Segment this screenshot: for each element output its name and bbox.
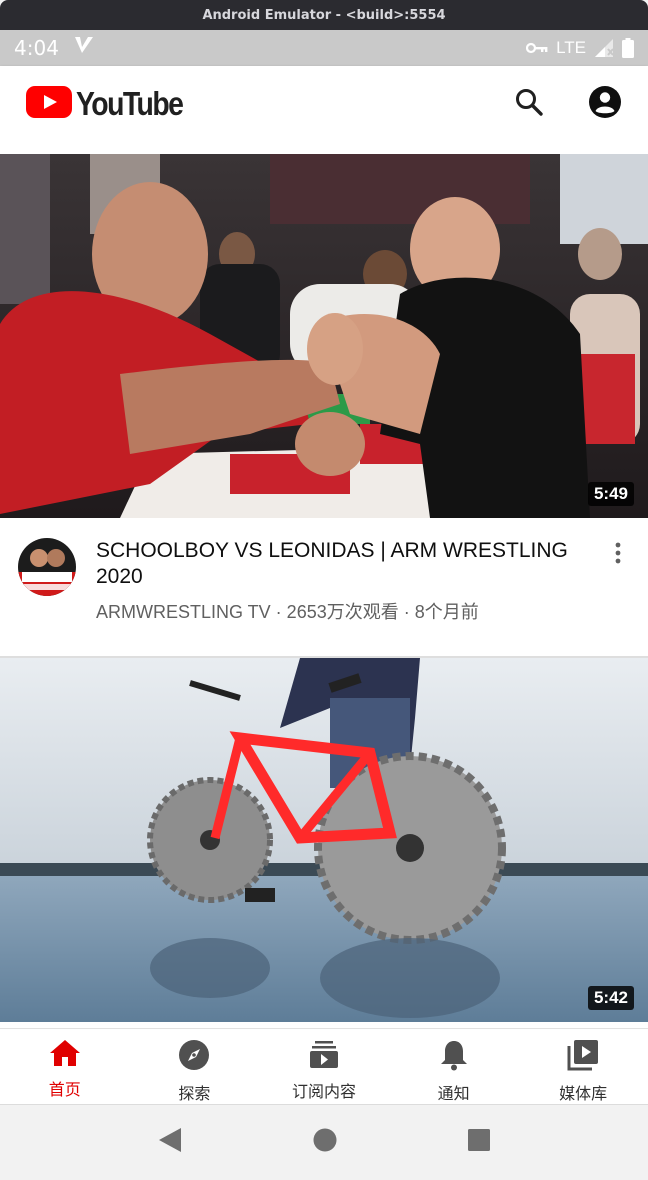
video-duration: 5:49 [587, 482, 634, 506]
more-options-icon[interactable] [604, 538, 632, 656]
video-title[interactable]: SCHOOLBOY VS LEONIDAS | ARM WRESTLING 20… [96, 538, 604, 590]
video-feed[interactable]: 5:49 SCHOOLBOY VS LEONIDAS | ARM WRESTLI… [0, 142, 648, 1028]
back-icon[interactable] [157, 1126, 183, 1159]
home-icon [49, 1039, 81, 1072]
home-circle-icon[interactable] [312, 1127, 338, 1158]
search-icon[interactable] [514, 87, 544, 122]
nav-label: 媒体库 [559, 1086, 608, 1103]
signal-icon [594, 38, 614, 58]
explore-icon [178, 1039, 210, 1076]
nav-item-library[interactable]: 媒体库 [518, 1029, 648, 1104]
vpn-key-icon [526, 41, 548, 55]
youtube-wordmark: YouTube [76, 85, 184, 122]
account-icon[interactable] [588, 85, 622, 124]
channel-avatar[interactable] [18, 538, 76, 596]
video-card[interactable]: 5:42 [0, 658, 648, 1022]
notification-app-icon [73, 35, 95, 61]
library-icon [567, 1039, 599, 1076]
video-card[interactable]: 5:49 SCHOOLBOY VS LEONIDAS | ARM WRESTLI… [0, 154, 648, 656]
youtube-play-logo-icon [26, 85, 72, 123]
video-duration: 5:42 [587, 986, 634, 1010]
recents-icon[interactable] [467, 1128, 491, 1157]
bottom-navigation: 首页 探索 订阅内容 通知 媒体库 [0, 1028, 648, 1104]
youtube-logo[interactable]: YouTube [26, 85, 200, 123]
nav-label: 探索 [178, 1086, 211, 1103]
emulator-window-title: Android Emulator - <build>:5554 [0, 0, 648, 30]
status-bar: 4:04 LTE [0, 30, 648, 66]
status-icons: LTE [526, 38, 634, 58]
battery-icon [622, 38, 634, 58]
nav-label: 订阅内容 [291, 1084, 356, 1101]
bell-icon [440, 1039, 468, 1076]
nav-item-subscriptions[interactable]: 订阅内容 [259, 1029, 389, 1104]
system-navigation-bar [0, 1104, 648, 1180]
subscriptions-icon [309, 1039, 339, 1074]
nav-label: 通知 [437, 1086, 470, 1103]
nav-item-notifications[interactable]: 通知 [389, 1029, 519, 1104]
app-header: YouTube [0, 66, 648, 142]
video-meta: SCHOOLBOY VS LEONIDAS | ARM WRESTLING 20… [0, 518, 648, 656]
video-subtitle: ARMWRESTLING TV · 2653万次观看 · 8个月前 [96, 602, 479, 622]
nav-item-home[interactable]: 首页 [0, 1029, 130, 1104]
video-thumbnail[interactable]: 5:49 [0, 154, 648, 518]
network-type-label: LTE [556, 38, 586, 57]
nav-item-explore[interactable]: 探索 [130, 1029, 260, 1104]
video-thumbnail[interactable]: 5:42 [0, 658, 648, 1022]
nav-label: 首页 [48, 1082, 81, 1099]
status-time: 4:04 [14, 36, 59, 60]
